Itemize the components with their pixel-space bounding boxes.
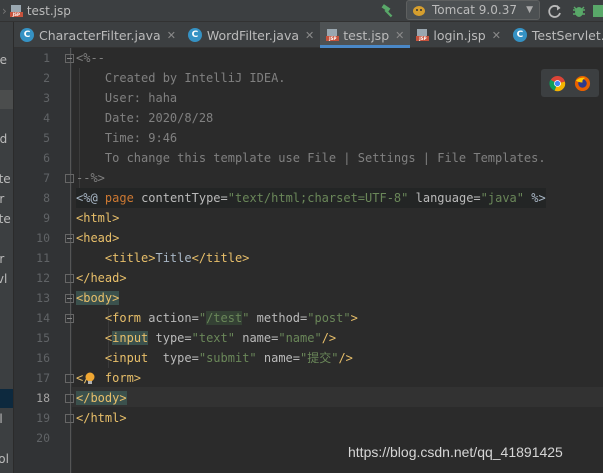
code-line[interactable]: <%@ page contentType="text/html;charset=…	[76, 188, 546, 208]
code-line[interactable]: <form action="/test" method="post">	[76, 308, 358, 328]
line-number[interactable]: 2	[14, 68, 50, 88]
java-class-icon: C	[20, 28, 34, 42]
tab-login-jsp[interactable]: JSP login.jsp ✕	[410, 22, 507, 48]
gutter-separator	[70, 48, 71, 473]
line-number[interactable]: 16	[14, 348, 50, 368]
breadcrumb-separator: ›	[2, 4, 7, 18]
line-number[interactable]: 6	[14, 148, 50, 168]
project-tree-item[interactable]: rvl	[0, 271, 13, 287]
line-number[interactable]: 5	[14, 128, 50, 148]
project-tree-item[interactable]: nd	[0, 131, 13, 147]
fold-marker-icon[interactable]	[65, 54, 74, 63]
line-number[interactable]: 13	[14, 288, 50, 308]
code-line[interactable]: <body>	[76, 288, 120, 308]
chevron-down-icon: ▼	[526, 5, 533, 15]
fold-marker-icon[interactable]	[65, 174, 74, 183]
line-number[interactable]: 19	[14, 408, 50, 428]
run-coverage-icon[interactable]	[591, 2, 603, 20]
code-line[interactable]: User: haha	[76, 88, 177, 108]
code-line[interactable]: Time: 9:46	[76, 128, 177, 148]
code-line[interactable]: <%--	[76, 48, 105, 68]
code-line[interactable]: Created by IntelliJ IDEA.	[76, 68, 286, 88]
fold-marker-icon[interactable]	[65, 294, 74, 303]
line-number[interactable]: 3	[14, 88, 50, 108]
project-tree-item[interactable]: de	[0, 52, 13, 68]
line-number[interactable]: 18	[14, 388, 50, 408]
line-number[interactable]: 11	[14, 248, 50, 268]
line-number[interactable]: 7	[14, 168, 50, 188]
browser-preview-popup	[541, 69, 599, 97]
project-tree-selection	[0, 389, 13, 408]
code-line[interactable]: <head>	[76, 228, 119, 248]
watermark: https://blog.csdn.net/qq_41891425	[348, 444, 563, 460]
jsp-file-icon: JSP	[416, 29, 430, 41]
run-configuration-label: Tomcat 9.0.37	[432, 3, 517, 17]
line-number[interactable]: 4	[14, 108, 50, 128]
tab-label: test.jsp	[343, 27, 390, 43]
chrome-icon[interactable]	[549, 75, 566, 92]
code-line[interactable]: </head>	[76, 268, 127, 288]
tab-test-jsp[interactable]: JSP test.jsp ✕	[320, 22, 411, 48]
line-number[interactable]: 20	[14, 428, 50, 448]
tab-label: TestServlet.ja	[531, 27, 603, 43]
java-class-icon: C	[512, 28, 527, 42]
tab-testservlet-java[interactable]: C TestServlet.ja	[507, 22, 603, 48]
fold-marker-icon[interactable]	[65, 274, 74, 283]
code-line[interactable]: </html>	[76, 408, 127, 428]
project-tree-item[interactable]: er	[0, 251, 13, 267]
project-tree-item[interactable]: er	[0, 191, 13, 207]
close-icon[interactable]: ✕	[395, 29, 404, 42]
close-icon[interactable]: ✕	[167, 29, 176, 42]
project-tool-window[interactable]: de nd cte er ilte er rvl ol sol	[0, 22, 14, 473]
project-tree-item[interactable]: ol	[0, 411, 13, 427]
line-number[interactable]: 9	[14, 208, 50, 228]
debug-bug-icon[interactable]	[570, 2, 588, 20]
rerun-icon[interactable]	[546, 2, 564, 20]
code-line[interactable]: <input type="text" name="name"/>	[76, 328, 336, 348]
line-number[interactable]: 10	[14, 228, 50, 248]
fold-marker-icon[interactable]	[65, 234, 74, 243]
tab-characterfilter-java[interactable]: C CharacterFilter.java ✕	[14, 22, 182, 48]
code-line[interactable]: Date: 2020/8/28	[76, 108, 213, 128]
project-tree-item[interactable]: ilte	[0, 211, 13, 227]
jsp-file-icon: JSP	[326, 29, 340, 41]
fold-marker-icon[interactable]	[65, 374, 74, 383]
close-icon[interactable]: ✕	[492, 29, 501, 42]
navigation-toolbar: › JSP test.jsp Tomcat 9.0.37 ▼	[0, 0, 603, 22]
code-line[interactable]: To change this template use File | Setti…	[76, 148, 546, 168]
line-number[interactable]: 14	[14, 308, 50, 328]
project-tree-item[interactable]: sol	[0, 451, 13, 467]
java-class-icon: C	[187, 28, 202, 42]
line-number[interactable]: 17	[14, 368, 50, 388]
code-line[interactable]: </body>	[76, 388, 127, 408]
breadcrumb[interactable]: › JSP test.jsp	[0, 0, 71, 22]
code-line[interactable]: <input type="submit" name="提交"/>	[76, 348, 353, 368]
close-icon[interactable]: ✕	[305, 29, 314, 42]
code-line[interactable]: --%>	[76, 168, 105, 188]
tomcat-icon	[413, 6, 425, 16]
current-line-highlight	[72, 387, 603, 407]
tab-label: WordFilter.java	[206, 27, 300, 43]
build-hammer-icon[interactable]	[380, 3, 396, 19]
tab-label: login.jsp	[433, 27, 486, 43]
tab-label: CharacterFilter.java	[39, 27, 161, 43]
line-number[interactable]: 1	[14, 48, 50, 68]
code-line[interactable]: <html>	[76, 208, 119, 228]
project-tree-highlight	[0, 90, 13, 109]
tab-wordfilter-java[interactable]: C WordFilter.java ✕	[182, 22, 320, 48]
project-tree-item[interactable]: cte	[0, 171, 13, 187]
line-number[interactable]: 12	[14, 268, 50, 288]
editor-tab-bar: C CharacterFilter.java ✕ C WordFilter.ja…	[14, 22, 603, 48]
breadcrumb-file[interactable]: test.jsp	[27, 4, 71, 18]
run-configuration-select[interactable]: Tomcat 9.0.37 ▼	[406, 0, 540, 20]
line-number[interactable]: 8	[14, 188, 50, 208]
jsp-file-icon: JSP	[9, 5, 23, 17]
line-number[interactable]: 15	[14, 328, 50, 348]
intention-bulb-icon[interactable]	[83, 371, 97, 385]
fold-marker-icon[interactable]	[65, 414, 74, 423]
code-line[interactable]: <title>Title</title>	[76, 248, 250, 268]
fold-marker-icon[interactable]	[65, 394, 74, 403]
fold-marker-icon[interactable]	[65, 314, 74, 323]
firefox-icon[interactable]	[574, 75, 591, 92]
